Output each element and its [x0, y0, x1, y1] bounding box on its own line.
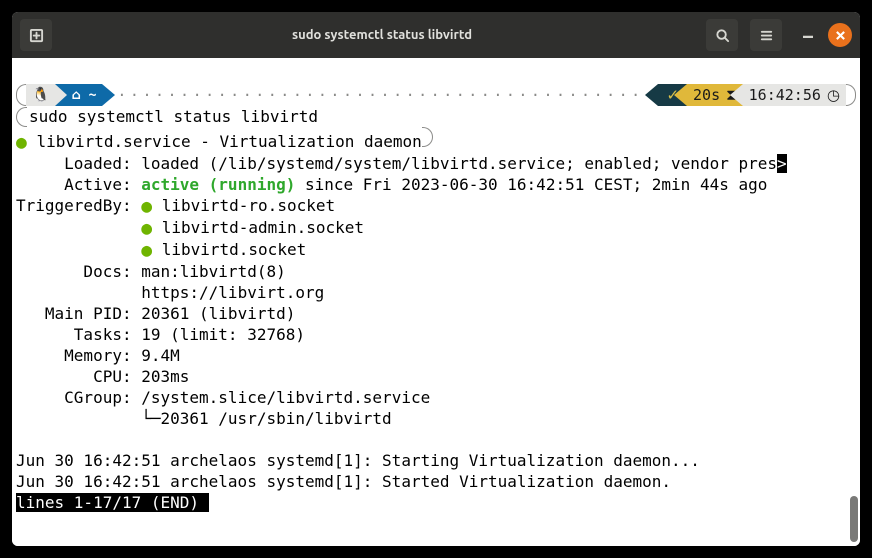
blank-line — [12, 429, 860, 450]
bullet-icon: ● — [16, 132, 27, 153]
service-header: ● libvirtd.service - Virtualization daem… — [12, 127, 860, 153]
triggeredby-line: ● libvirtd-admin.socket — [12, 217, 860, 239]
minimize-icon: – — [803, 24, 813, 47]
mainpid-label: Main PID: — [16, 304, 141, 323]
memory-value: 9.4M — [141, 346, 180, 365]
service-title: libvirtd.service - Virtualization daemon — [36, 132, 421, 151]
prompt-duration-text: 20s — [693, 85, 720, 106]
pager-status: lines 1-17/17 (END) — [16, 493, 199, 512]
chevron-right-icon — [55, 84, 67, 106]
tasks-line: Tasks: 19 (limit: 32768) — [12, 324, 860, 345]
socket-name: libvirtd-admin.socket — [162, 218, 364, 237]
bullet-icon: ● — [141, 196, 152, 217]
cgroup-line: CGroup: /system.slice/libvirtd.service — [12, 387, 860, 408]
chevron-left-icon — [645, 84, 658, 106]
command-line: sudo systemctl status libvirtd — [12, 106, 860, 127]
mainpid-line: Main PID: 20361 (libvirtd) — [12, 303, 860, 324]
linux-icon: 🐧 — [32, 85, 49, 106]
scrollbar[interactable] — [850, 496, 858, 542]
tasks-label: Tasks: — [16, 325, 141, 344]
search-icon — [715, 28, 730, 43]
truncation-indicator: > — [777, 154, 787, 173]
prompt-time-text: 16:42:56 — [749, 85, 821, 106]
prompt-bar: 🐧 ⌂ ~ ··································… — [16, 84, 856, 106]
triggeredby-line: ● libvirtd.socket — [12, 239, 860, 261]
memory-line: Memory: 9.4M — [12, 345, 860, 366]
memory-label: Memory: — [16, 346, 141, 365]
clock-icon: ◷ — [827, 85, 840, 106]
active-state: active (running) — [141, 175, 295, 194]
prompt-path-text: ~ — [89, 85, 97, 106]
docs-label: Docs: — [16, 262, 141, 281]
chevron-left-icon — [674, 84, 687, 106]
close-icon — [835, 30, 846, 41]
prompt-cap-left-icon — [16, 107, 27, 127]
prompt-time-segment: 16:42:56 ◷ — [743, 84, 846, 106]
tasks-value: 19 (limit: 32768) — [141, 325, 305, 344]
prompt-cap-right — [846, 84, 856, 106]
new-tab-button[interactable] — [20, 19, 52, 51]
log-line: Jun 30 16:42:51 archelaos systemd[1]: St… — [12, 450, 860, 471]
docs-line: Docs: man:libvirtd(8) — [12, 261, 860, 282]
socket-name: libvirtd.socket — [162, 240, 307, 259]
triggeredby-label: TriggeredBy: — [16, 196, 141, 215]
minimize-button[interactable]: – — [794, 24, 822, 47]
active-line: Active: active (running) since Fri 2023-… — [12, 174, 860, 195]
titlebar: sudo systemctl status libvirtd – — [12, 12, 860, 58]
terminal-window: sudo systemctl status libvirtd – — [12, 12, 860, 546]
docs-line: https://libvirt.org — [12, 282, 860, 303]
prompt-filler: ········································… — [115, 84, 645, 106]
cpu-line: CPU: 203ms — [12, 366, 860, 387]
command-text: sudo systemctl status libvirtd — [29, 106, 318, 127]
bullet-icon: ● — [141, 240, 152, 261]
search-button[interactable] — [706, 19, 738, 51]
cpu-label: CPU: — [16, 367, 141, 386]
bullet-icon: ● — [141, 218, 152, 239]
active-label: Active: — [16, 175, 141, 194]
loaded-value: loaded (/lib/systemd/system/libvirtd.ser… — [141, 154, 777, 173]
prompt-os-segment: 🐧 — [26, 84, 55, 106]
triggeredby-line: TriggeredBy: ● libvirtd-ro.socket — [12, 195, 860, 217]
close-button[interactable] — [828, 23, 852, 47]
docs-entry: man:libvirtd(8) — [141, 262, 286, 281]
loaded-line: Loaded: loaded (/lib/systemd/system/libv… — [12, 153, 860, 174]
menu-button[interactable] — [750, 19, 782, 51]
log-entry: Jun 30 16:42:51 archelaos systemd[1]: St… — [16, 451, 700, 470]
cgroup-value: /system.slice/libvirtd.service — [141, 388, 430, 407]
loaded-label: Loaded: — [16, 154, 141, 173]
pager-status-line: lines 1-17/17 (END) — [12, 492, 860, 513]
terminal-body[interactable]: 🐧 ⌂ ~ ··································… — [12, 58, 860, 546]
socket-name: libvirtd-ro.socket — [162, 196, 335, 215]
prompt-cap-right-icon — [422, 127, 433, 147]
cursor — [199, 493, 209, 512]
new-tab-icon — [29, 28, 44, 43]
chevron-left-icon — [730, 84, 743, 106]
log-entry: Jun 30 16:42:51 archelaos systemd[1]: St… — [16, 472, 671, 491]
mainpid-value: 20361 (libvirtd) — [141, 304, 295, 323]
log-line: Jun 30 16:42:51 archelaos systemd[1]: St… — [12, 471, 860, 492]
hamburger-icon — [759, 28, 774, 43]
docs-entry: https://libvirt.org — [141, 283, 324, 302]
cgroup-process: └─20361 /usr/sbin/libvirtd — [16, 409, 392, 428]
prompt-path-segment: ⌂ ~ — [67, 84, 102, 106]
cgroup-label: CGroup: — [16, 388, 141, 407]
home-icon: ⌂ — [71, 85, 80, 106]
cgroup-tree: └─20361 /usr/sbin/libvirtd — [12, 408, 860, 429]
window-title: sudo systemctl status libvirtd — [58, 28, 706, 42]
chevron-right-icon — [102, 84, 115, 106]
active-since: since Fri 2023-06-30 16:42:51 CEST; 2min… — [295, 175, 767, 194]
prompt-cap-left — [16, 84, 26, 106]
cpu-value: 203ms — [141, 367, 189, 386]
